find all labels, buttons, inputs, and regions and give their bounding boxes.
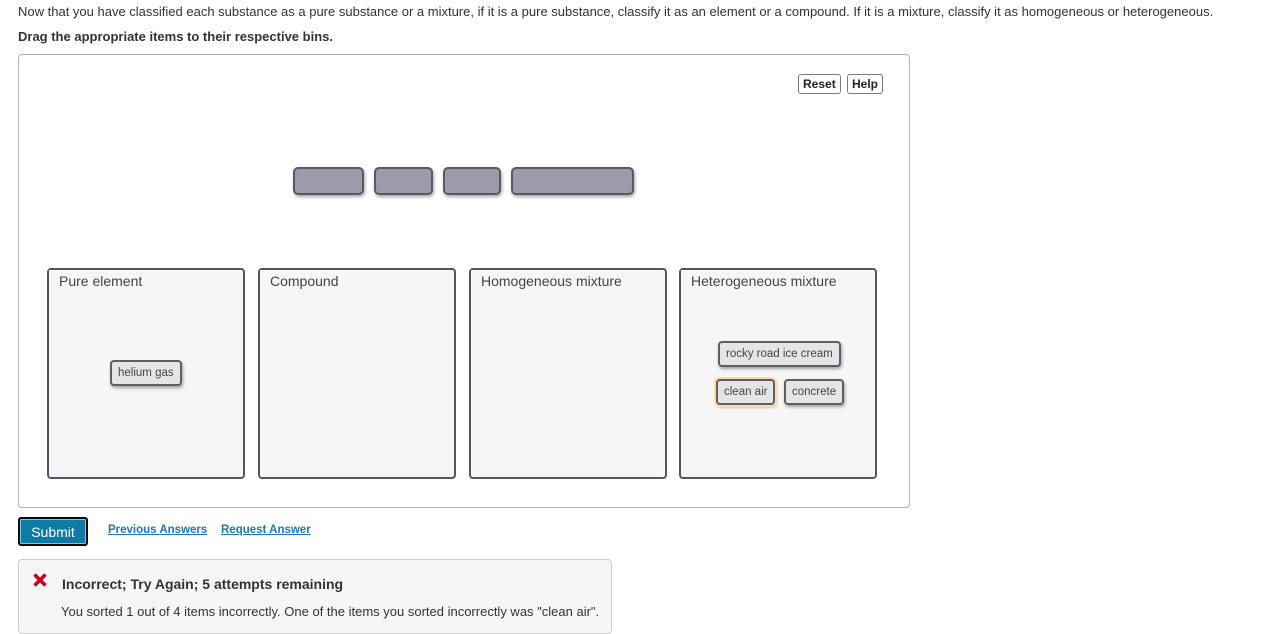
drag-instruction: Drag the appropriate items to their resp… <box>18 29 333 44</box>
question-instructions: Now that you have classified each substa… <box>18 4 1214 19</box>
help-button[interactable]: Help <box>847 74 884 94</box>
bin-label: Homogeneous mixture <box>471 270 633 293</box>
draggable-item[interactable]: rocky road ice cream <box>718 341 841 367</box>
previous-answers-link[interactable]: Previous Answers <box>108 524 207 536</box>
feedback-message: You sorted 1 out of 4 items incorrectly.… <box>61 604 600 619</box>
draggable-item-incorrect[interactable]: clean air <box>716 379 776 405</box>
reset-button[interactable]: Reset <box>798 74 841 94</box>
draggable-item[interactable]: concrete <box>784 379 845 405</box>
request-answer-link[interactable]: Request Answer <box>221 524 311 536</box>
draggable-item[interactable]: helium gas <box>110 360 182 386</box>
bin-heterogeneous-mixture[interactable]: Heterogeneous mixture rocky road ice cre… <box>679 268 877 479</box>
bin-compound[interactable]: Compound <box>258 268 456 479</box>
feedback-title: Incorrect; Try Again; 5 attempts remaini… <box>62 576 344 592</box>
empty-item-slot <box>374 167 433 195</box>
x-mark-icon <box>32 572 48 588</box>
page: Now that you have classified each substa… <box>0 0 1270 634</box>
bin-pure-element[interactable]: Pure element helium gas <box>47 268 245 479</box>
bin-label: Heterogeneous mixture <box>681 270 848 293</box>
feedback-panel: Incorrect; Try Again; 5 attempts remaini… <box>18 559 612 634</box>
empty-item-slot <box>293 167 364 195</box>
empty-item-slot <box>443 167 501 195</box>
submit-button[interactable]: Submit <box>18 517 88 546</box>
bin-label: Compound <box>260 270 350 293</box>
bin-homogeneous-mixture[interactable]: Homogeneous mixture <box>469 268 667 479</box>
drag-and-drop-area: Reset Help Pure element helium gas Compo… <box>18 54 910 508</box>
bin-label: Pure element <box>49 270 154 293</box>
empty-item-slot <box>511 167 634 195</box>
